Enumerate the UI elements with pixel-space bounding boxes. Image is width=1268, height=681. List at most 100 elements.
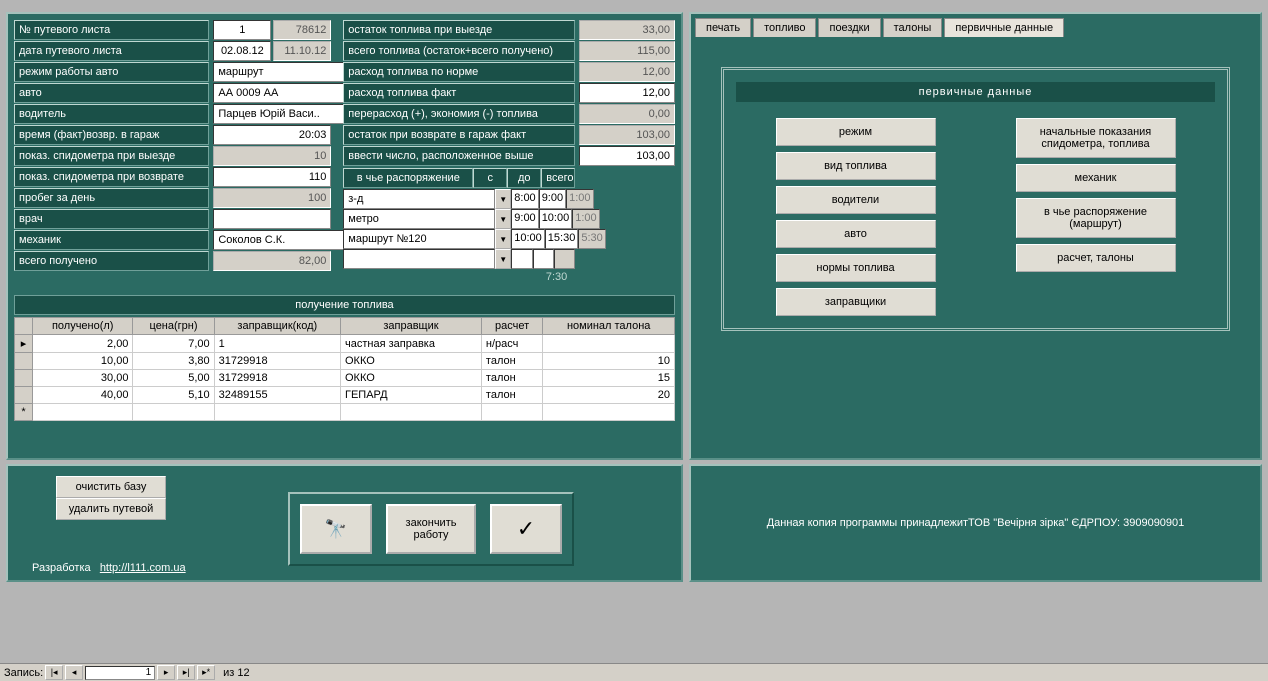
fuel-row[interactable]: 30,005,0031729918ОККОталон15 — [15, 370, 675, 387]
sheet-date-input[interactable]: 02.08.12 — [213, 41, 271, 61]
driver-combo[interactable]: ▼ — [213, 104, 331, 124]
nav-label: Запись: — [4, 667, 43, 679]
col-received[interactable]: получено(л) — [33, 318, 133, 335]
primary-btn[interactable]: вид топлива — [776, 152, 936, 180]
day-run-val: 100 — [213, 188, 331, 208]
primary-btn[interactable]: режим — [776, 118, 936, 146]
record-navigator: Запись: |◂ ◂ ▸ ▸| ▸* из 12 — [0, 663, 1268, 681]
label-doctor: врач — [14, 209, 209, 229]
nav-next-button[interactable]: ▸ — [157, 665, 175, 680]
fuel-norm-val: 12,00 — [579, 62, 675, 82]
disp-col-to: до — [507, 168, 541, 188]
disposition-row[interactable]: ▼8:009:001:00 — [343, 189, 575, 209]
label-fuel-norm: расход топлива по норме — [343, 62, 575, 82]
nav-prev-button[interactable]: ◂ — [65, 665, 83, 680]
disposition-row[interactable]: ▼ — [343, 249, 575, 269]
copy-text: Данная копия программы принадлежитТОВ "В… — [767, 517, 1185, 529]
auto-combo[interactable]: ▼ — [213, 83, 331, 103]
primary-btn[interactable]: расчет, талоны — [1016, 244, 1176, 272]
primary-btn[interactable]: в чье распоряжение (маршрут) — [1016, 198, 1176, 238]
primary-btn[interactable]: механик — [1016, 164, 1176, 192]
label-fuel-out: остаток топлива при выезде — [343, 20, 575, 40]
fuel-return-val: 103,00 — [579, 125, 675, 145]
disp-footer-total: 7:30 — [343, 269, 575, 285]
fuel-fact-input[interactable]: 12,00 — [579, 83, 675, 103]
label-sheet-no: № путевого листа — [14, 20, 209, 40]
label-work-mode: режим работы авто — [14, 62, 209, 82]
disp-col-from: с — [473, 168, 507, 188]
return-time-input[interactable]: 20:03 — [213, 125, 331, 145]
confirm-button[interactable]: ✓ — [490, 504, 562, 554]
dev-link[interactable]: http://l111.com.ua — [100, 562, 186, 574]
binoculars-button[interactable]: 🔭 — [300, 504, 372, 554]
label-day-run: пробег за день — [14, 188, 209, 208]
fuel-row[interactable]: 10,003,8031729918ОККОталон10 — [15, 353, 675, 370]
disp-col-total: всего — [541, 168, 575, 188]
fuel-table[interactable]: получено(л) цена(грн) заправщик(код) зап… — [14, 317, 675, 421]
disposition-row[interactable]: ▼10:0015:305:30 — [343, 229, 575, 249]
label-sheet-date: дата путевого листа — [14, 41, 209, 61]
col-station-code[interactable]: заправщик(код) — [214, 318, 340, 335]
fuel-total-val: 115,00 — [579, 41, 675, 61]
label-fuel-return: остаток при возврате в гараж факт — [343, 125, 575, 145]
delete-sheet-button[interactable]: удалить путевой — [56, 498, 166, 520]
label-mechanic: механик — [14, 230, 209, 250]
total-received-val: 82,00 — [213, 251, 331, 271]
tab-fuel[interactable]: топливо — [753, 18, 816, 37]
fuel-new-row[interactable]: * — [15, 404, 675, 421]
nav-first-button[interactable]: |◂ — [45, 665, 63, 680]
doctor-input[interactable] — [213, 209, 331, 229]
sheet-no-grey: 78612 — [273, 20, 331, 40]
fuel-row[interactable]: 40,005,1032489155ГЕПАРДталон20 — [15, 387, 675, 404]
col-station[interactable]: заправщик — [341, 318, 482, 335]
label-enter-above: ввести число, расположенное выше — [343, 146, 575, 166]
primary-btn[interactable]: авто — [776, 220, 936, 248]
tab-coupons[interactable]: талоны — [883, 18, 943, 37]
label-odo-in: показ. спидометра при возврате — [14, 167, 209, 187]
disp-title: в чье распоряжение — [343, 168, 473, 188]
label-total-received: всего получено — [14, 251, 209, 271]
primary-btn[interactable]: заправщики — [776, 288, 936, 316]
nav-last-button[interactable]: ▸| — [177, 665, 195, 680]
tab-primary[interactable]: первичные данные — [944, 18, 1064, 37]
tab-trips[interactable]: поездки — [818, 18, 880, 37]
nav-new-button[interactable]: ▸* — [197, 665, 215, 680]
fuel-section-title: получение топлива — [14, 295, 675, 315]
chevron-down-icon[interactable]: ▼ — [495, 229, 511, 249]
sheet-date-grey: 11.10.12 — [273, 41, 331, 61]
label-odo-out: показ. спидометра при выезде — [14, 146, 209, 166]
primary-btn[interactable]: нормы топлива — [776, 254, 936, 282]
fuel-diff-val: 0,00 — [579, 104, 675, 124]
finish-work-button[interactable]: закончить работу — [386, 504, 476, 554]
nav-current-input[interactable] — [85, 666, 155, 680]
label-fuel-diff: перерасход (+), экономия (-) топлива — [343, 104, 575, 124]
work-mode-combo[interactable]: ▼ — [213, 62, 331, 82]
odo-out-val: 10 — [213, 146, 331, 166]
label-auto: авто — [14, 83, 209, 103]
col-nominal[interactable]: номинал талона — [543, 318, 675, 335]
label-fuel-total: всего топлива (остаток+всего получено) — [343, 41, 575, 61]
fuel-row[interactable]: ▸2,007,001частная заправкан/расч — [15, 335, 675, 353]
disposition-row[interactable]: ▼9:0010:001:00 — [343, 209, 575, 229]
mechanic-combo[interactable]: ▼ — [213, 230, 331, 250]
enter-above-input[interactable]: 103,00 — [579, 146, 675, 166]
label-driver: водитель — [14, 104, 209, 124]
col-calc[interactable]: расчет — [481, 318, 542, 335]
fuel-out-val: 33,00 — [579, 20, 675, 40]
dev-label: Разработка — [32, 562, 91, 574]
label-fuel-fact: расход топлива факт — [343, 83, 575, 103]
clear-db-button[interactable]: очистить базу — [56, 476, 166, 498]
tab-print[interactable]: печать — [695, 18, 751, 37]
label-return-time: время (факт)возвр. в гараж — [14, 125, 209, 145]
primary-btn[interactable]: начальные показания спидометра, топлива — [1016, 118, 1176, 158]
binoculars-icon: 🔭 — [325, 519, 347, 540]
sheet-no-input[interactable]: 1 — [213, 20, 271, 40]
chevron-down-icon[interactable]: ▼ — [495, 209, 511, 229]
odo-in-input[interactable]: 110 — [213, 167, 331, 187]
primary-btn[interactable]: водители — [776, 186, 936, 214]
col-price[interactable]: цена(грн) — [133, 318, 214, 335]
chevron-down-icon[interactable]: ▼ — [495, 249, 511, 269]
panel-title: первичные данные — [736, 82, 1215, 102]
check-icon: ✓ — [517, 516, 535, 542]
chevron-down-icon[interactable]: ▼ — [495, 189, 511, 209]
